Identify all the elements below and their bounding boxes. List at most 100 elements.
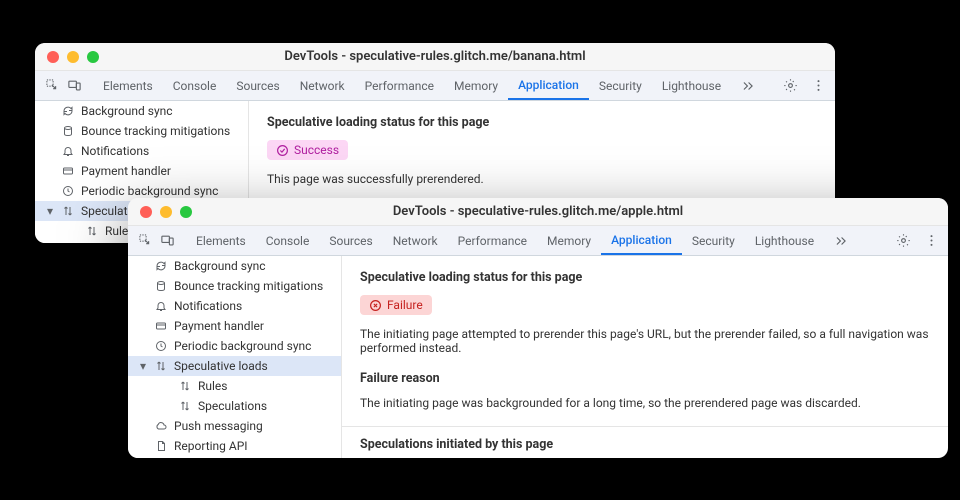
tab-security[interactable]: Security (682, 226, 745, 255)
disclosure-down-icon[interactable]: ▾ (45, 204, 55, 218)
clock-icon (61, 185, 75, 197)
status-heading: Speculative loading status for this page (267, 115, 817, 130)
traffic-lights (35, 51, 99, 63)
devtools-toolbar: Elements Console Sources Network Perform… (35, 71, 835, 101)
tab-application[interactable]: Application (508, 71, 589, 100)
sidebar-item-label: Background sync (174, 259, 266, 273)
tab-console[interactable]: Console (163, 71, 227, 100)
maximize-button[interactable] (180, 206, 192, 218)
status-description: This page was successfully prerendered. (267, 172, 817, 186)
check-circle-icon (276, 144, 289, 157)
more-icon[interactable] (922, 232, 940, 250)
status-badge: Failure (360, 295, 432, 315)
card-icon (61, 165, 75, 177)
status-heading: Speculative loading status for this page (360, 270, 930, 285)
status-badge: Success (267, 140, 348, 160)
maximize-button[interactable] (87, 51, 99, 63)
sidebar-item-push[interactable]: Push messaging (128, 416, 341, 436)
cross-circle-icon (369, 299, 382, 312)
tab-elements[interactable]: Elements (186, 226, 256, 255)
tab-performance[interactable]: Performance (448, 226, 537, 255)
sidebar-item-label: Rules (198, 379, 227, 393)
more-icon[interactable] (809, 77, 827, 95)
devtools-toolbar: Elements Console Sources Network Perform… (128, 226, 948, 256)
window-title: DevTools - speculative-rules.glitch.me/a… (128, 204, 948, 219)
sidebar-item-label: Push messaging (174, 419, 263, 433)
tab-network[interactable]: Network (383, 226, 448, 255)
titlebar: DevTools - speculative-rules.glitch.me/a… (128, 198, 948, 226)
sidebar-item-bounce-tracking[interactable]: Bounce tracking mitigations (35, 121, 248, 141)
tab-security[interactable]: Security (589, 71, 652, 100)
tab-memory[interactable]: Memory (444, 71, 508, 100)
arrows-icon (61, 205, 75, 217)
devtools-window-front: DevTools - speculative-rules.glitch.me/a… (128, 198, 948, 458)
tabs-overflow-icon[interactable] (731, 71, 765, 100)
settings-icon[interactable] (894, 232, 912, 250)
tab-network[interactable]: Network (290, 71, 355, 100)
arrows-icon (154, 360, 168, 372)
tab-lighthouse[interactable]: Lighthouse (652, 71, 731, 100)
sync-icon (154, 260, 168, 272)
tab-sources[interactable]: Sources (319, 226, 382, 255)
sidebar-item-payment[interactable]: Payment handler (35, 161, 248, 181)
arrows-icon (178, 400, 192, 412)
sidebar-item-rules[interactable]: Rules (128, 376, 341, 396)
sidebar-item-reporting[interactable]: Reporting API (128, 436, 341, 456)
close-button[interactable] (47, 51, 59, 63)
tab-memory[interactable]: Memory (537, 226, 601, 255)
sidebar-item-notifications[interactable]: Notifications (128, 296, 341, 316)
sidebar-item-label: Bounce tracking mitigations (81, 124, 230, 138)
sidebar-item-label: Payment handler (174, 319, 264, 333)
status-description: The initiating page attempted to prerend… (360, 327, 930, 355)
failure-reason-text: The initiating page was backgrounded for… (360, 396, 930, 410)
sidebar-item-label: Bounce tracking mitigations (174, 279, 323, 293)
tabs-overflow-icon[interactable] (824, 226, 858, 255)
sidebar-item-background-sync[interactable]: Background sync (35, 101, 248, 121)
inspect-icon[interactable] (136, 232, 154, 250)
cloud-icon (154, 420, 168, 432)
sidebar-item-label: Background sync (81, 104, 173, 118)
sidebar-item-periodic-sync[interactable]: Periodic background sync (128, 336, 341, 356)
settings-icon[interactable] (781, 77, 799, 95)
window-title: DevTools - speculative-rules.glitch.me/b… (35, 49, 835, 64)
sidebar-item-label: Periodic background sync (81, 184, 218, 198)
minimize-button[interactable] (67, 51, 79, 63)
clock-icon (154, 340, 168, 352)
close-button[interactable] (140, 206, 152, 218)
document-icon (154, 440, 168, 452)
sidebar-item-label: Notifications (174, 299, 242, 313)
sidebar-item-background-sync[interactable]: Background sync (128, 256, 341, 276)
status-label: Success (294, 143, 339, 157)
sidebar-item-notifications[interactable]: Notifications (35, 141, 248, 161)
tab-sources[interactable]: Sources (226, 71, 289, 100)
minimize-button[interactable] (160, 206, 172, 218)
arrows-icon (85, 225, 99, 237)
tab-lighthouse[interactable]: Lighthouse (745, 226, 824, 255)
tab-performance[interactable]: Performance (355, 71, 444, 100)
database-icon (154, 280, 168, 292)
bell-icon (154, 300, 168, 312)
disclosure-down-icon[interactable]: ▾ (138, 359, 148, 373)
tab-console[interactable]: Console (256, 226, 320, 255)
sidebar-item-speculative-loads[interactable]: ▾ Speculative loads (128, 356, 341, 376)
sync-icon (61, 105, 75, 117)
device-toggle-icon[interactable] (65, 77, 83, 95)
titlebar: DevTools - speculative-rules.glitch.me/b… (35, 43, 835, 71)
tab-application[interactable]: Application (601, 226, 682, 255)
status-label: Failure (387, 298, 423, 312)
traffic-lights (128, 206, 192, 218)
sidebar-item-bounce-tracking[interactable]: Bounce tracking mitigations (128, 276, 341, 296)
failure-reason-heading: Failure reason (360, 371, 930, 386)
speculative-loading-panel: Speculative loading status for this page… (342, 256, 948, 458)
tab-elements[interactable]: Elements (93, 71, 163, 100)
database-icon (61, 125, 75, 137)
panel-tabs: Elements Console Sources Network Perform… (93, 71, 765, 100)
sidebar-item-label: Notifications (81, 144, 149, 158)
sidebar-item-label: Speculations (198, 399, 267, 413)
sidebar-item-payment[interactable]: Payment handler (128, 316, 341, 336)
inspect-icon[interactable] (43, 77, 61, 95)
sidebar-item-label: Reporting API (174, 439, 248, 453)
sidebar-item-speculations[interactable]: Speculations (128, 396, 341, 416)
device-toggle-icon[interactable] (158, 232, 176, 250)
sidebar-item-label: Payment handler (81, 164, 171, 178)
